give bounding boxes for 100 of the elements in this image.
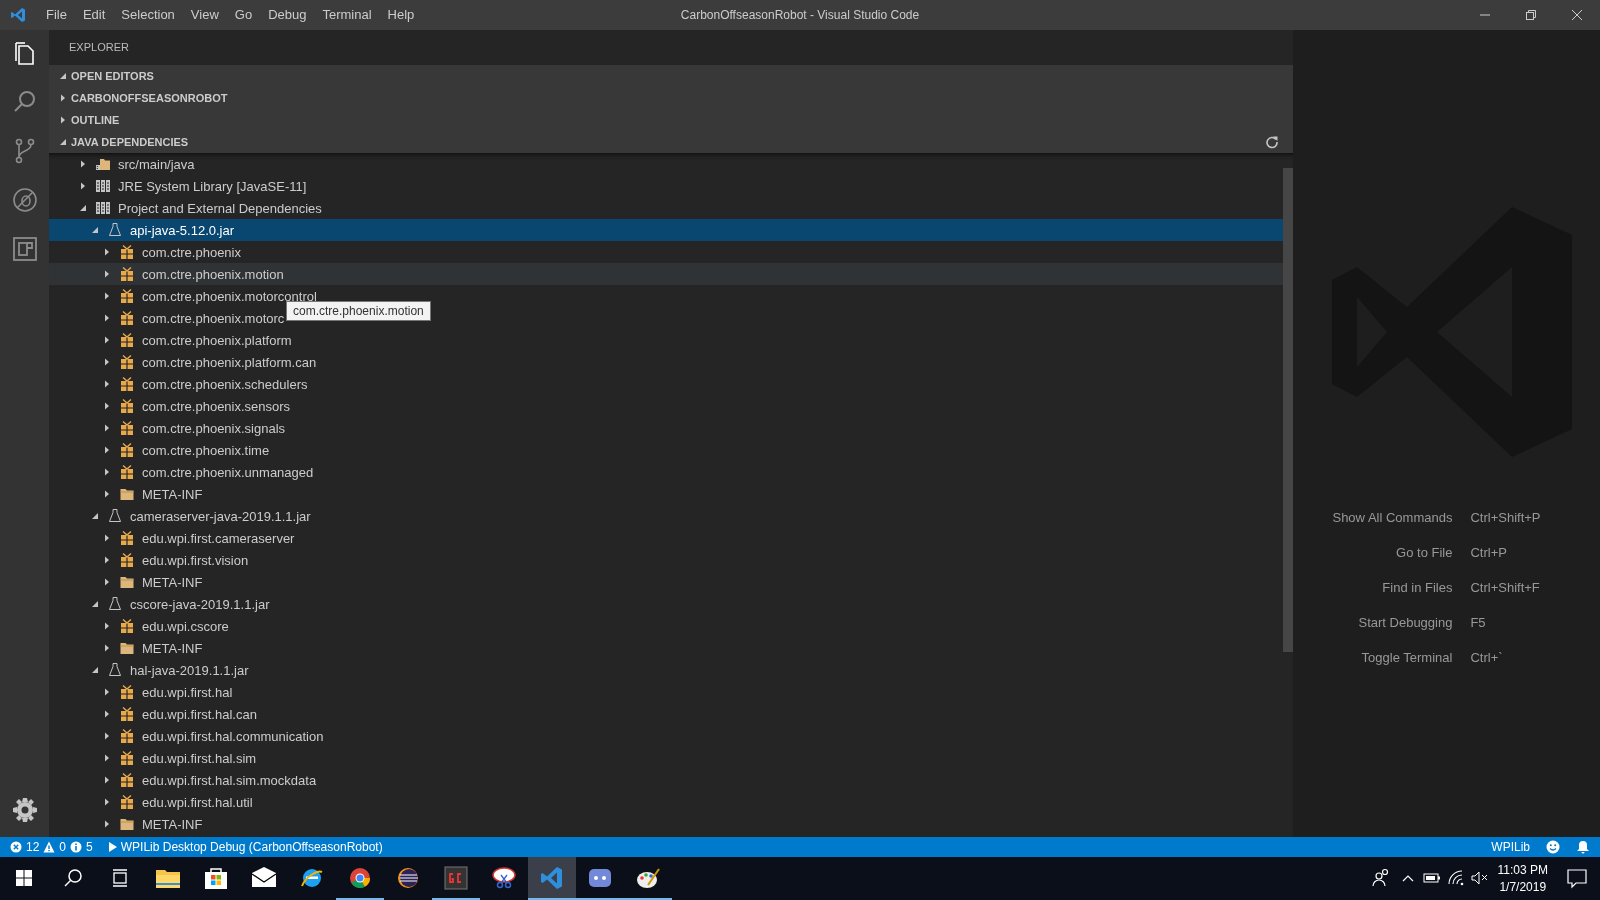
shortcut-label: Toggle Terminal xyxy=(1360,649,1453,667)
tree-item[interactable]: edu.wpi.first.hal.communication xyxy=(49,725,324,747)
tree-item[interactable]: edu.wpi.first.hal.util xyxy=(49,791,253,813)
window-title: CarbonOffseasonRobot - Visual Studio Code xyxy=(679,7,921,24)
tree-item[interactable]: Project and External Dependencies xyxy=(49,197,322,219)
tree-item[interactable]: edu.wpi.cscore xyxy=(49,615,229,637)
collapsed-arrow-icon[interactable] xyxy=(103,534,111,542)
tree-item[interactable]: edu.wpi.first.cameraserver xyxy=(49,527,295,549)
expanded-arrow-icon[interactable] xyxy=(91,666,99,674)
menu-item[interactable]: Selection xyxy=(113,0,183,30)
collapsed-arrow-icon[interactable] xyxy=(59,94,67,102)
tree-item[interactable]: META-INF xyxy=(49,571,203,593)
collapsed-arrow-icon[interactable] xyxy=(103,776,111,784)
tree-item[interactable]: com.ctre.phoenix.unmanaged xyxy=(49,461,314,483)
tree-item[interactable]: com.ctre.phoenix.signals xyxy=(49,417,286,439)
collapsed-arrow-icon[interactable] xyxy=(103,490,111,498)
code-editor-logo-taskbar-button[interactable] xyxy=(528,857,576,900)
collapsed-arrow-icon[interactable] xyxy=(103,710,111,718)
tree-item[interactable]: JRE System Library [JavaSE-11] xyxy=(49,175,307,197)
package-icon xyxy=(119,618,135,634)
collapsed-arrow-icon[interactable] xyxy=(103,754,111,762)
tree-item[interactable]: hal-java-2019.1.1.jar xyxy=(49,659,249,681)
shortcut-label: Show All Commands xyxy=(1332,509,1453,527)
clock-time[interactable]: 11:03 PM xyxy=(1497,861,1548,879)
menu-item[interactable]: View xyxy=(182,0,227,30)
package-icon xyxy=(119,376,135,392)
tree-item[interactable]: com.ctre.phoenix.sensors xyxy=(49,395,291,417)
shortcut-keys: F5 xyxy=(1470,614,1541,632)
expanded-arrow-icon[interactable] xyxy=(91,226,99,234)
collapsed-arrow-icon[interactable] xyxy=(103,688,111,696)
collapsed-arrow-icon[interactable] xyxy=(103,314,111,322)
package-icon xyxy=(119,266,135,282)
collapsed-arrow-icon[interactable] xyxy=(103,248,111,256)
collapsed-arrow-icon[interactable] xyxy=(103,358,111,366)
refresh-icon[interactable] xyxy=(1265,135,1279,149)
collapsed-arrow-icon[interactable] xyxy=(103,578,111,586)
debug-launch-item[interactable]: WPILib Desktop Debug (CarbonOffseasonRobot) xyxy=(108,840,383,854)
tree-item[interactable]: com.ctre.phoenix.motion xyxy=(49,263,1283,285)
collapsed-arrow-icon[interactable] xyxy=(103,270,111,278)
folder-icon xyxy=(119,816,135,832)
section-header[interactable]: CARBONOFFSEASONROBOT xyxy=(49,87,1293,109)
smiley-icon[interactable] xyxy=(1546,840,1560,854)
status-bar-label[interactable]: WPILib xyxy=(1491,840,1530,854)
tree-item[interactable]: edu.wpi.first.hal.sim.mockdata xyxy=(49,769,317,791)
tree-item[interactable]: META-INF xyxy=(49,813,203,835)
expanded-arrow-icon[interactable] xyxy=(91,512,99,520)
expanded-arrow-icon[interactable] xyxy=(59,138,67,146)
tree-item[interactable]: com.ctre.phoenix.platform.can xyxy=(49,351,317,373)
collapsed-arrow-icon[interactable] xyxy=(103,402,111,410)
collapsed-arrow-icon[interactable] xyxy=(103,820,111,828)
problems-indicator[interactable]: 12 0 5 xyxy=(10,840,93,854)
tree-item[interactable]: edu.wpi.first.hal.sim xyxy=(49,747,257,769)
collapsed-arrow-icon[interactable] xyxy=(103,336,111,344)
collapsed-arrow-icon[interactable] xyxy=(79,160,87,168)
collapsed-arrow-icon[interactable] xyxy=(103,644,111,652)
scrollbar-thumb[interactable] xyxy=(1283,168,1293,652)
tree-item[interactable]: com.ctre.phoenix.time xyxy=(49,439,270,461)
package-icon xyxy=(119,398,135,414)
tree-item[interactable]: src/main/java xyxy=(49,153,195,175)
tree-item[interactable]: com.ctre.phoenix.motorc xyxy=(49,307,285,329)
collapsed-arrow-icon[interactable] xyxy=(103,424,111,432)
menu-item[interactable]: Terminal xyxy=(314,0,380,30)
package-icon xyxy=(119,794,135,810)
collapsed-arrow-icon[interactable] xyxy=(103,292,111,300)
tree-item[interactable]: META-INF xyxy=(49,483,203,505)
section-header[interactable]: OPEN EDITORS xyxy=(49,65,1293,87)
collapsed-arrow-icon[interactable] xyxy=(103,798,111,806)
menu-item[interactable]: Debug xyxy=(260,0,315,30)
menu-item[interactable]: File xyxy=(38,0,75,30)
tree-item[interactable]: com.ctre.phoenix.schedulers xyxy=(49,373,308,395)
bell-icon[interactable] xyxy=(1576,840,1590,854)
menu-item[interactable]: Go xyxy=(226,0,261,30)
shortcut-keys: Ctrl+Shift+P xyxy=(1470,509,1541,527)
section-header[interactable]: JAVA DEPENDENCIES xyxy=(49,131,1293,153)
package-icon xyxy=(119,244,135,260)
clock-date[interactable]: 1/7/2019 xyxy=(1499,878,1547,896)
tree-item[interactable]: com.ctre.phoenix xyxy=(49,241,241,263)
tree-item[interactable]: edu.wpi.first.hal.can xyxy=(49,703,257,725)
tree-item[interactable]: cameraserver-java-2019.1.1.jar xyxy=(49,505,311,527)
menu-item[interactable]: Edit xyxy=(74,0,114,30)
collapsed-arrow-icon[interactable] xyxy=(103,556,111,564)
tree-item[interactable]: com.ctre.phoenix.platform xyxy=(49,329,292,351)
expanded-arrow-icon[interactable] xyxy=(59,72,67,80)
tree-item[interactable]: cscore-java-2019.1.1.jar xyxy=(49,593,270,615)
section-header[interactable]: OUTLINE xyxy=(49,109,1293,131)
tree-item[interactable]: edu.wpi.first.hal xyxy=(49,681,233,703)
expanded-arrow-icon[interactable] xyxy=(79,204,87,212)
collapsed-arrow-icon[interactable] xyxy=(103,446,111,454)
collapsed-arrow-icon[interactable] xyxy=(103,380,111,388)
collapsed-arrow-icon[interactable] xyxy=(59,116,67,124)
collapsed-arrow-icon[interactable] xyxy=(103,732,111,740)
menu-item[interactable]: Help xyxy=(379,0,423,30)
tree-item[interactable]: edu.wpi.first.vision xyxy=(49,549,249,571)
collapsed-arrow-icon[interactable] xyxy=(103,468,111,476)
collapsed-arrow-icon[interactable] xyxy=(79,182,87,190)
collapsed-arrow-icon[interactable] xyxy=(103,622,111,630)
expanded-arrow-icon[interactable] xyxy=(91,600,99,608)
app-logo-icon xyxy=(10,7,26,23)
tree-item[interactable]: META-INF xyxy=(49,637,203,659)
tree-item[interactable]: api-java-5.12.0.jar xyxy=(49,219,1283,241)
